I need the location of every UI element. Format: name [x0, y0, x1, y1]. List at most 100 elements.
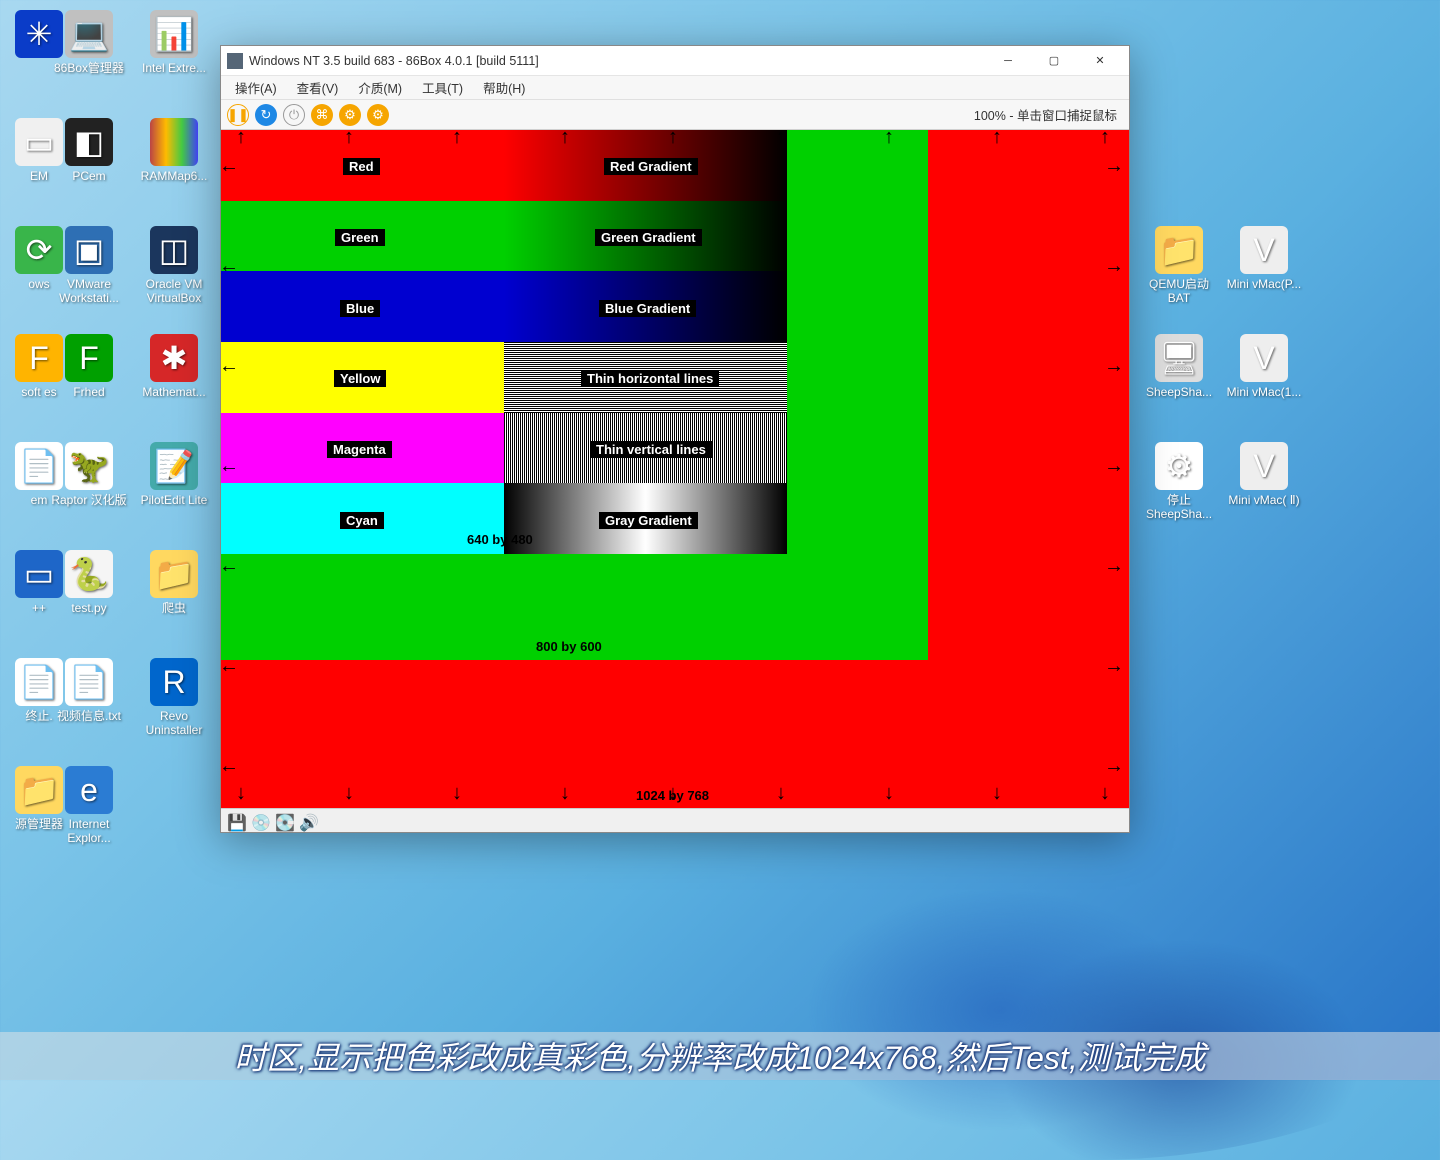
desktop-icon[interactable]: 📄视频信息.txt: [50, 658, 128, 724]
app-icon: 📄: [65, 658, 113, 706]
menu-tools[interactable]: 工具(T): [412, 76, 473, 99]
icon-label: SheepSha...: [1146, 386, 1212, 400]
lbl-gray-g: Gray Gradient: [599, 512, 698, 529]
desktop-icon[interactable]: ▣VMware Workstati...: [50, 226, 128, 306]
edge-arrow: ↑: [884, 130, 894, 149]
emulated-display[interactable]: Red Red Gradient Green Green Gradient Bl…: [221, 130, 1129, 808]
toolbar: ❚❚ ↻ ⏻ ⌘ ⚙ ⚙ 100% - 单击窗口捕捉鼠标: [221, 100, 1129, 130]
edge-arrow: →: [1104, 555, 1124, 578]
edge-arrow: ↑: [236, 130, 246, 149]
desktop-icon[interactable]: ◧PCem: [50, 118, 128, 184]
app-icon: V: [1240, 226, 1288, 274]
edge-arrow: ←: [221, 555, 239, 578]
titlebar[interactable]: Windows NT 3.5 build 683 - 86Box 4.0.1 […: [221, 46, 1129, 76]
edge-arrow: ↓: [452, 782, 462, 805]
sound-icon: 🔊: [299, 813, 315, 829]
floppy-icon: 💾: [227, 813, 243, 829]
desktop-icon[interactable]: ◫ Oracle VM VirtualBox: [135, 226, 213, 306]
icon-label: 终止.: [25, 710, 52, 724]
desktop-icon[interactable]: 📁爬虫: [135, 550, 213, 616]
icon-label: EM: [30, 170, 48, 184]
desktop-icon[interactable]: 🖥 SheepSha...: [1140, 334, 1218, 400]
desktop-icon[interactable]: 📊 Intel Extre...: [135, 10, 213, 76]
edge-arrow: ←: [221, 355, 239, 378]
reset-icon[interactable]: ↻: [255, 104, 277, 126]
close-button[interactable]: ✕: [1077, 47, 1123, 75]
settings-icon[interactable]: ⚙: [339, 104, 361, 126]
frame-640: [221, 130, 787, 554]
app-icon: ✱: [150, 334, 198, 382]
app-icon: F: [65, 334, 113, 382]
res-800: 800 by 600: [536, 639, 602, 654]
desktop-icon[interactable]: 📁QEMU启动 BAT: [1140, 226, 1218, 306]
cad-icon[interactable]: ⌘: [311, 104, 333, 126]
lbl-blue-g: Blue Gradient: [599, 300, 696, 317]
desktop-icon[interactable]: VMini vMac(1...: [1225, 334, 1303, 400]
icon-label: Oracle VM VirtualBox: [135, 278, 213, 306]
power-icon[interactable]: ⏻: [283, 104, 305, 126]
menu-help[interactable]: 帮助(H): [473, 76, 535, 99]
desktop-icon[interactable]: RAMMap6...: [135, 118, 213, 184]
screenshot-icon[interactable]: ⚙: [367, 104, 389, 126]
lbl-vlines: Thin vertical lines: [590, 441, 712, 458]
desktop-icon[interactable]: VMini vMac( Ⅱ): [1225, 442, 1303, 508]
icon-label: Mini vMac( Ⅱ): [1228, 494, 1299, 508]
app-icon: 🐍: [65, 550, 113, 598]
lbl-cyan: Cyan: [340, 512, 384, 529]
icon-label: Revo Uninstaller: [135, 710, 213, 738]
menu-media[interactable]: 介质(M): [348, 76, 412, 99]
desktop-icon[interactable]: VMini vMac(P...: [1225, 226, 1303, 292]
app-icon: 💻: [65, 10, 113, 58]
icon-label: Raptor 汉化版: [51, 494, 126, 508]
icon-label: 爬虫: [162, 602, 186, 616]
icon-label: test.py: [71, 602, 106, 616]
icon-label: ows: [28, 278, 49, 292]
desktop-icon[interactable]: 💻 86Box管理器: [50, 10, 128, 76]
statusbar: 💾 💿 💽 🔊: [221, 808, 1129, 832]
icon-label: Frhed: [73, 386, 104, 400]
edge-arrow: ↓: [560, 782, 570, 805]
icon-label: em: [31, 494, 48, 508]
edge-arrow: ↑: [992, 130, 1002, 149]
app-icon: 📊: [150, 10, 198, 58]
pause-icon[interactable]: ❚❚: [227, 104, 249, 126]
desktop-icon[interactable]: 🐍 test.py: [50, 550, 128, 616]
app-icon: [227, 53, 243, 69]
minimize-button[interactable]: ─: [985, 47, 1031, 75]
edge-arrow: ←: [221, 755, 239, 778]
desktop-icon[interactable]: 🦖Raptor 汉化版: [50, 442, 128, 508]
app-icon: V: [1240, 334, 1288, 382]
app-icon: R: [150, 658, 198, 706]
menu-action[interactable]: 操作(A): [225, 76, 287, 99]
edge-arrow: →: [1104, 755, 1124, 778]
maximize-button[interactable]: ▢: [1031, 47, 1077, 75]
icon-label: Mathemat...: [142, 386, 205, 400]
menu-view[interactable]: 查看(V): [287, 76, 349, 99]
icon-label: VMware Workstati...: [50, 278, 128, 306]
icon-label: Intel Extre...: [142, 62, 206, 76]
edge-arrow: ↑: [776, 130, 786, 149]
icon-label: QEMU启动 BAT: [1140, 278, 1218, 306]
edge-arrow: ↑: [560, 130, 570, 149]
app-icon: 🖥: [1155, 334, 1203, 382]
desktop-icon[interactable]: eInternet Explor...: [50, 766, 128, 846]
edge-arrow: ↓: [776, 782, 786, 805]
desktop-icon[interactable]: R Revo Uninstaller: [135, 658, 213, 738]
desktop-icon[interactable]: F Frhed: [50, 334, 128, 400]
desktop-icon[interactable]: ⚙停止 SheepSha...: [1140, 442, 1218, 522]
edge-arrow: ↑: [452, 130, 462, 149]
lbl-blue: Blue: [340, 300, 380, 317]
desktop: ✳💻86Box管理器📊Intel Extre...▭EM◧PCemRAMMap6…: [0, 0, 1440, 1080]
edge-arrow: →: [1104, 255, 1124, 278]
icon-label: 86Box管理器: [54, 62, 124, 76]
edge-arrow: ←: [221, 455, 239, 478]
edge-arrow: ↓: [992, 782, 1002, 805]
cdrom-icon: 💿: [251, 813, 267, 829]
app-icon: ◫: [150, 226, 198, 274]
desktop-icon[interactable]: ✱ Mathemat...: [135, 334, 213, 400]
hdd-icon: 💽: [275, 813, 291, 829]
edge-arrow: ↑: [344, 130, 354, 149]
edge-arrow: ↓: [344, 782, 354, 805]
edge-arrow: ↓: [1100, 782, 1110, 805]
desktop-icon[interactable]: 📝PilotEdit Lite: [135, 442, 213, 508]
